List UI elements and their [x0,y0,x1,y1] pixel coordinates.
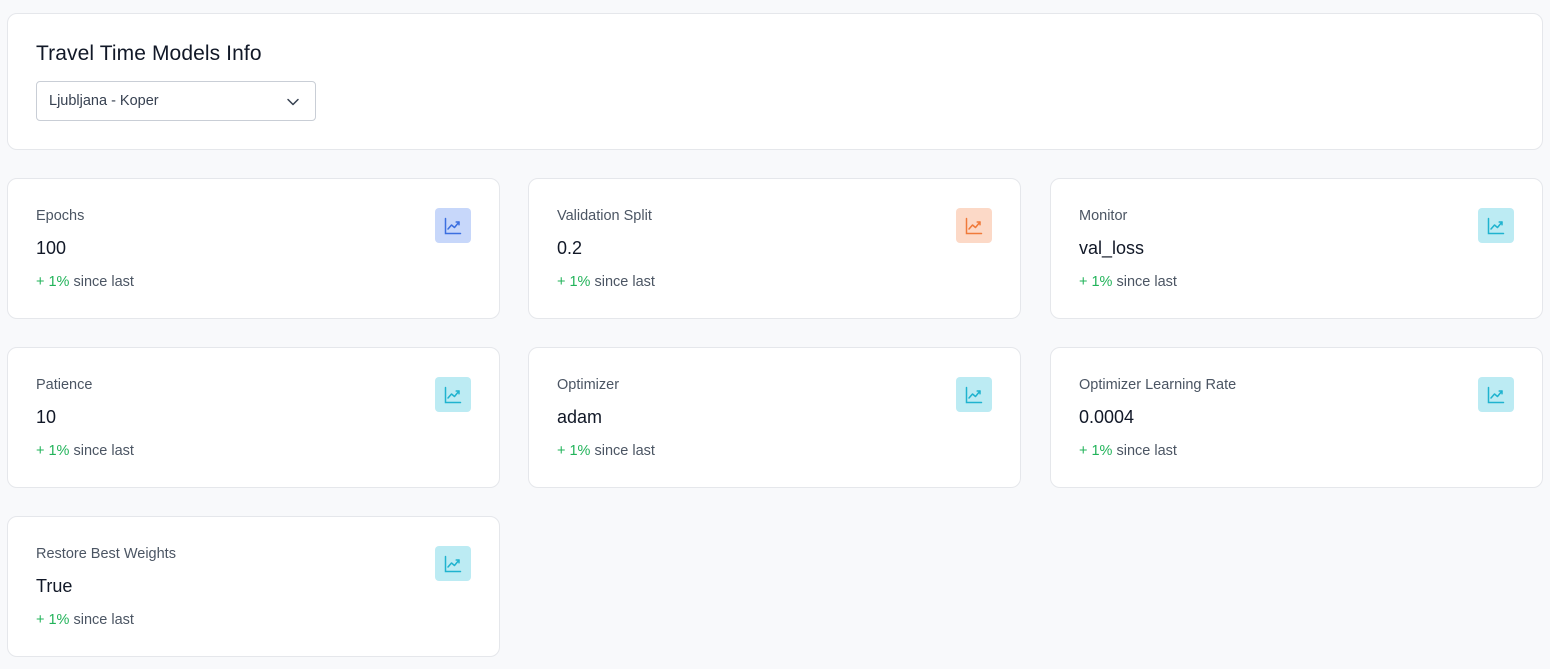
chart-line-icon [1478,208,1514,243]
route-select[interactable]: Ljubljana - Koper [36,81,316,121]
stat-value: 100 [36,238,67,258]
stat-delta: + 1% [36,612,70,628]
stat-card-restore-best-weights: Restore Best Weights True + 1% since last [7,516,500,657]
stat-label: Optimizer [557,377,620,393]
stat-value: 10 [36,407,57,427]
stat-trend: + 1% since last [1079,274,1177,290]
stat-label: Restore Best Weights [36,546,176,562]
stat-value: True [36,576,73,596]
stat-since: since last [1116,443,1177,459]
stat-card-optimizer: Optimizer adam + 1% since last [528,347,1021,488]
stat-since: since last [1116,274,1177,290]
stat-card-epochs: Epochs 100 + 1% since last [7,178,500,319]
chevron-down-icon [287,98,299,106]
stat-card-patience: Patience 10 + 1% since last [7,347,500,488]
header-card: Travel Time Models Info Ljubljana - Kope… [7,13,1543,150]
route-select-value: Ljubljana - Koper [49,93,159,109]
stat-delta: + 1% [557,274,591,290]
stat-label: Monitor [1079,208,1128,224]
stat-trend: + 1% since last [1079,443,1177,459]
stat-since: since last [594,443,655,459]
stat-delta: + 1% [1079,443,1113,459]
stat-since: since last [594,274,655,290]
stat-card-validation-split: Validation Split 0.2 + 1% since last [528,178,1021,319]
stat-delta: + 1% [36,443,70,459]
stat-since: since last [73,612,134,628]
stat-label: Validation Split [557,208,652,224]
stat-since: since last [73,443,134,459]
stat-label: Epochs [36,208,85,224]
chart-line-icon [435,377,471,412]
stat-trend: + 1% since last [36,443,134,459]
stat-card-monitor: Monitor val_loss + 1% since last [1050,178,1543,319]
stat-delta: + 1% [36,274,70,290]
stat-card-optimizer-learning-rate: Optimizer Learning Rate 0.0004 + 1% since… [1050,347,1543,488]
stat-since: since last [73,274,134,290]
stat-delta: + 1% [557,443,591,459]
stat-trend: + 1% since last [36,274,134,290]
chart-line-icon [435,546,471,581]
stat-trend: + 1% since last [36,612,134,628]
stat-delta: + 1% [1079,274,1113,290]
stat-label: Optimizer Learning Rate [1079,377,1237,393]
stat-value: val_loss [1079,238,1145,258]
chart-line-icon [1478,377,1514,412]
stat-label: Patience [36,377,93,393]
stat-trend: + 1% since last [557,274,655,290]
stat-value: 0.2 [557,238,583,258]
stat-trend: + 1% since last [557,443,655,459]
page-title: Travel Time Models Info [36,42,262,65]
chart-line-icon [956,208,992,243]
stat-value: 0.0004 [1079,407,1135,427]
stat-value: adam [557,407,603,427]
chart-line-icon [435,208,471,243]
chart-line-icon [956,377,992,412]
